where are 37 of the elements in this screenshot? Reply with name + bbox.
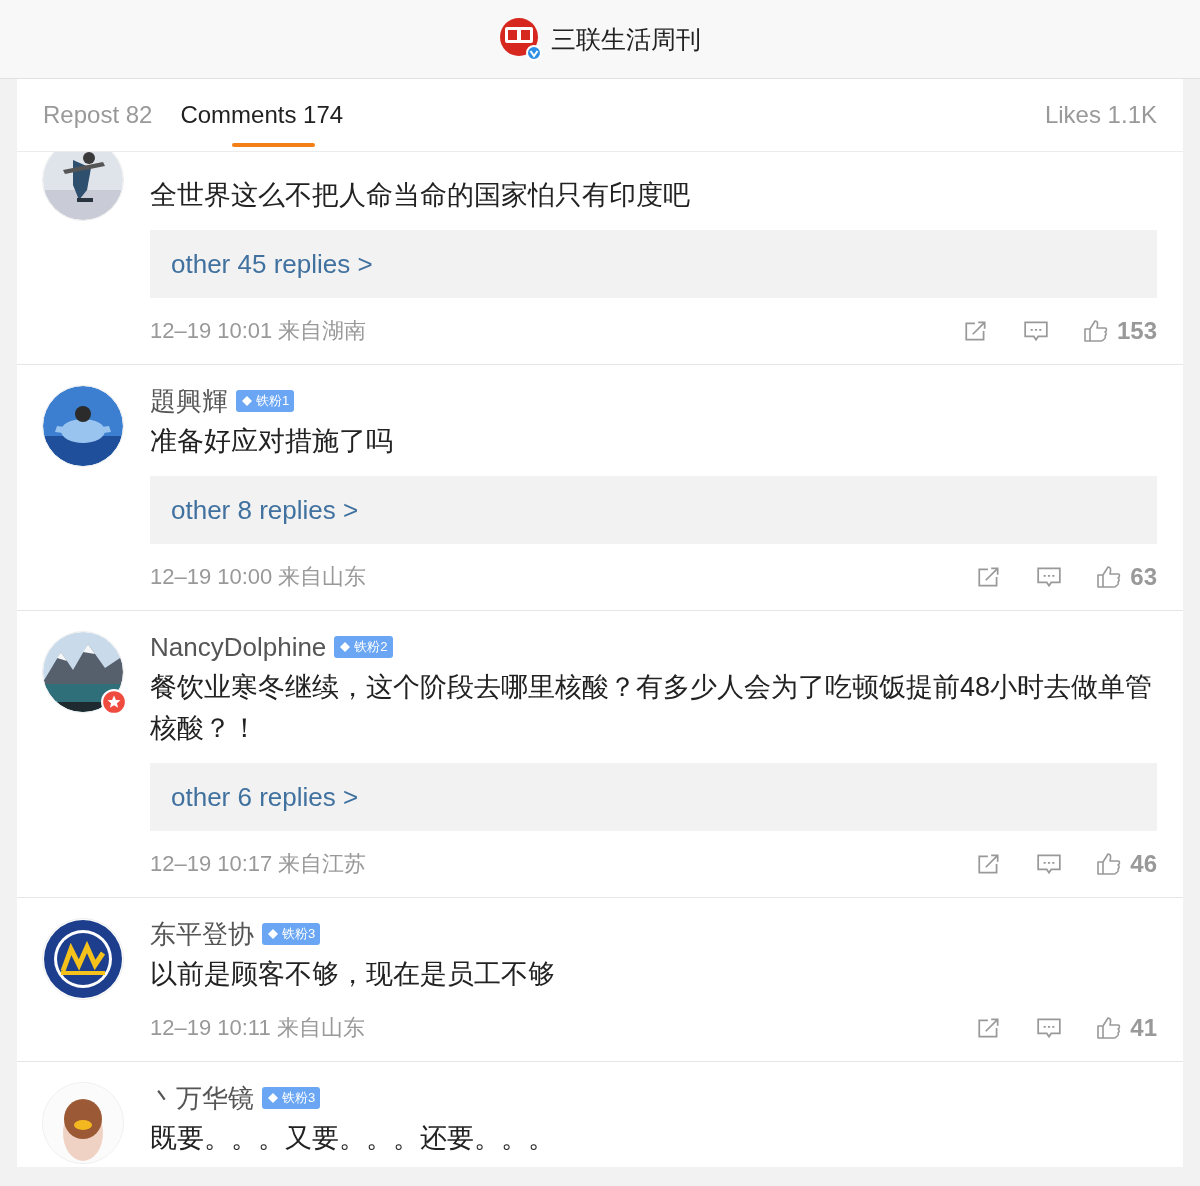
like-count: 41 (1130, 1014, 1157, 1042)
badge-label: 铁粉2 (354, 638, 388, 656)
comment-time: 12–19 10:17 来自江苏 (150, 850, 367, 878)
comment-text: 餐饮业寒冬继续，这个阶段去哪里核酸？有多少人会为了吃顿饭提前48小时去做单管核酸？！ (150, 671, 1154, 745)
user-name[interactable]: 題興輝 (150, 383, 228, 419)
comment-time: 12–19 10:00 来自山东 (150, 563, 367, 591)
like-count: 63 (1130, 563, 1157, 591)
diamond-icon (241, 395, 253, 407)
comment-text: 既要。。。又要。。。还要。。。 (150, 1122, 556, 1155)
more-replies-link[interactable]: other 8 replies > (171, 494, 359, 526)
comment-text: 全世界这么不把人命当命的国家怕只有印度吧 (150, 179, 691, 212)
badge-label: 铁粉1 (256, 392, 290, 410)
thumbs-up-icon[interactable] (1096, 1015, 1123, 1041)
badge-label: 铁粉3 (282, 1089, 316, 1107)
diamond-icon (267, 1092, 279, 1104)
logo-icon (499, 17, 543, 61)
user-name[interactable]: NancyDolphine (150, 631, 327, 663)
avatar-logo-icon[interactable] (42, 918, 124, 1000)
diamond-icon (339, 641, 352, 653)
user-name[interactable]: 丶万华镜 (150, 1080, 254, 1116)
comment-text: 准备好应对措施了吗 (150, 425, 394, 458)
user-name[interactable]: 东平登协 (150, 916, 254, 952)
tab[interactable]: Comments 174 (180, 79, 344, 151)
thumbs-up-icon[interactable] (1096, 564, 1123, 590)
like-count: 46 (1130, 850, 1157, 878)
more-replies-link[interactable]: other 6 replies > (171, 781, 359, 813)
comment-text: 以前是顾客不够，现在是员工不够 (150, 958, 556, 991)
comment-time: 12–19 10:11 来自山东 (150, 1014, 365, 1042)
comment-time: 12–19 10:01 来自湖南 (150, 317, 367, 345)
thumbs-up-icon[interactable] (1082, 318, 1109, 344)
badge-label: 铁粉3 (282, 925, 316, 943)
thumbs-up-icon[interactable] (1096, 851, 1123, 877)
account-name[interactable]: 三联生活周刊 (551, 22, 701, 56)
more-replies-link[interactable]: other 45 replies > (171, 248, 373, 280)
share-icon[interactable] (962, 318, 989, 344)
like-count: 153 (1116, 317, 1157, 345)
diamond-icon (267, 928, 279, 940)
